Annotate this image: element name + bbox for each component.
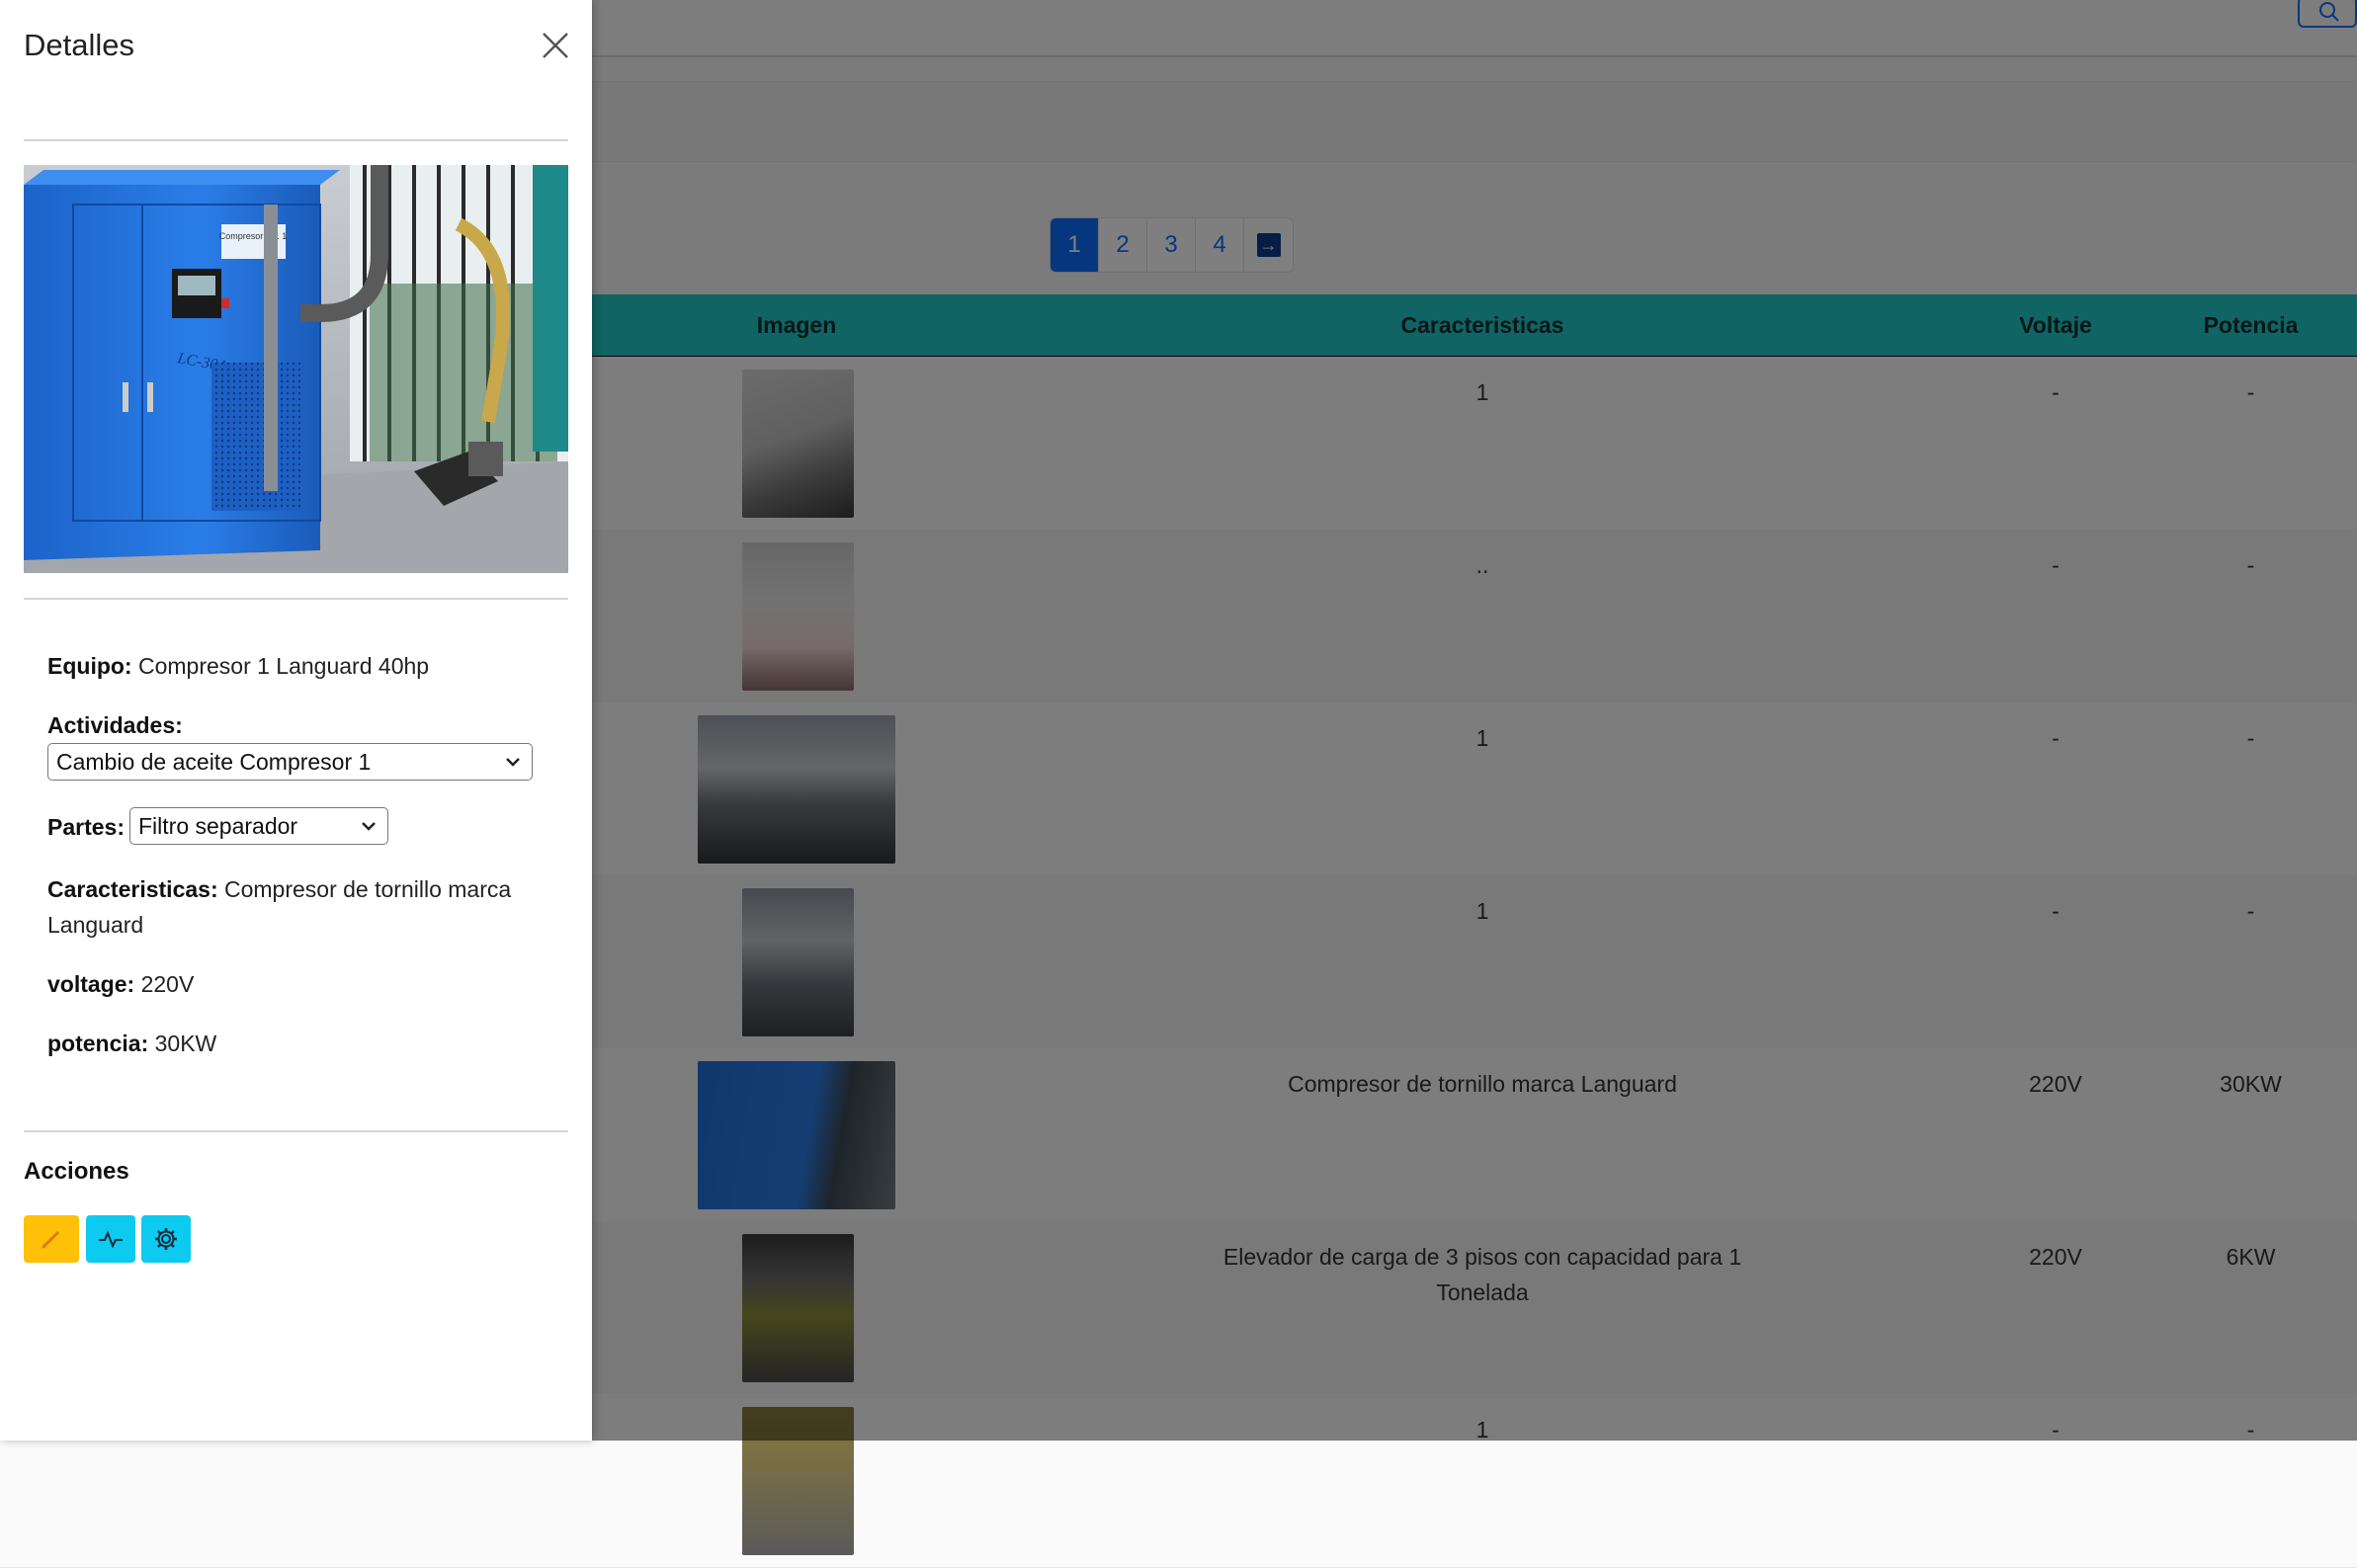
divider — [24, 598, 568, 600]
equipo-value: Compresor 1 Languard 40hp — [137, 653, 430, 679]
close-button[interactable] — [540, 30, 571, 61]
chevron-down-icon — [362, 822, 376, 831]
pencil-icon — [42, 1230, 60, 1249]
partes-label: Partes: — [47, 814, 125, 840]
potencia-label: potencia: — [47, 1031, 149, 1056]
partes-label-wrap: Partes: — [47, 809, 125, 845]
settings-button[interactable] — [141, 1215, 191, 1263]
caracteristicas-field: Caracteristicas: Compresor de tornillo m… — [47, 871, 551, 943]
divider — [24, 1130, 568, 1132]
close-icon — [543, 33, 568, 58]
voltage-field: voltage: 220V — [47, 966, 194, 1002]
potencia-value: 30KW — [154, 1031, 217, 1056]
panel-title: Detalles — [24, 28, 134, 62]
activity-icon — [99, 1230, 123, 1249]
equipment-photo: Compresor No. 1 LC-30A — [24, 165, 568, 573]
equipo-label: Equipo: — [47, 653, 132, 679]
acciones-heading: Acciones — [24, 1158, 129, 1185]
actividades-selected: Cambio de aceite Compresor 1 — [56, 749, 372, 775]
gear-icon — [155, 1228, 177, 1250]
activity-button[interactable] — [86, 1215, 135, 1263]
voltage-value: 220V — [140, 971, 195, 997]
potencia-field: potencia: 30KW — [47, 1026, 216, 1061]
divider — [24, 139, 568, 141]
voltage-label: voltage: — [47, 971, 135, 997]
actividades-select[interactable]: Cambio de aceite Compresor 1 — [47, 743, 533, 781]
partes-select[interactable]: Filtro separador — [129, 807, 388, 845]
details-offcanvas: Detalles Compresor No. 1 LC-30A Equipo: … — [0, 0, 592, 1441]
actividades-label: Actividades: — [47, 712, 183, 738]
actividades-label-wrap: Actividades: — [47, 707, 183, 743]
equipo-field: Equipo: Compresor 1 Languard 40hp — [47, 648, 429, 684]
chevron-down-icon — [506, 758, 520, 767]
edit-button[interactable] — [24, 1215, 79, 1263]
caracteristicas-label: Caracteristicas: — [47, 876, 218, 902]
partes-selected: Filtro separador — [138, 813, 298, 839]
